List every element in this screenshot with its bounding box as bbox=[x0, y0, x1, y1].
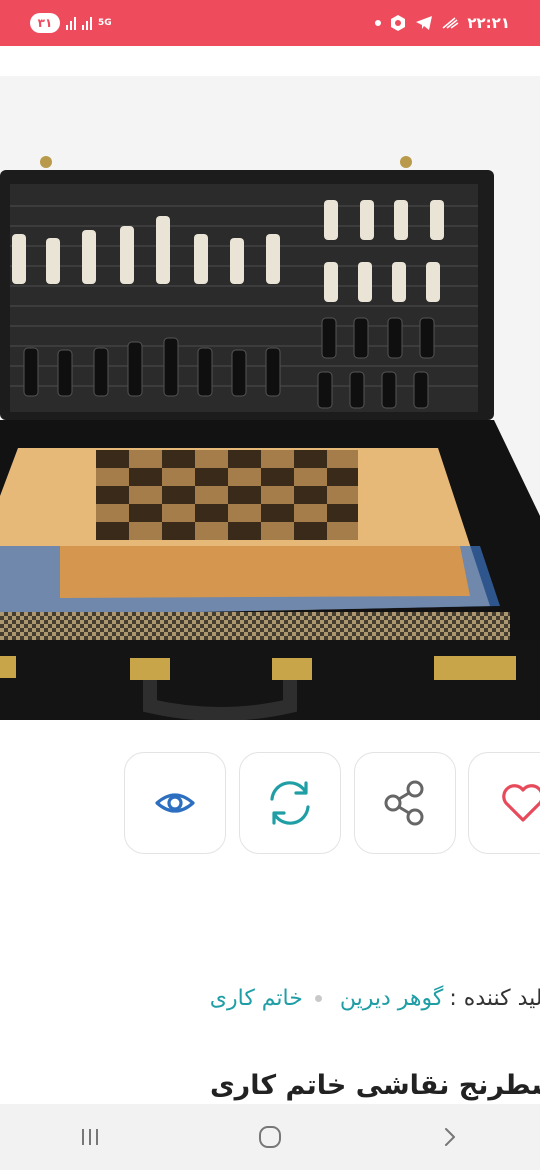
product-image[interactable] bbox=[0, 76, 540, 720]
telegram-icon bbox=[416, 16, 433, 30]
notification-count-badge: ۳۱ bbox=[30, 13, 60, 33]
share-icon bbox=[384, 780, 424, 826]
seller-label: تولید کننده : bbox=[449, 985, 540, 1011]
home-button[interactable] bbox=[240, 1117, 300, 1157]
app-notif-icon bbox=[391, 15, 406, 31]
refresh-icon bbox=[270, 781, 310, 825]
signal-icon-2 bbox=[82, 16, 92, 30]
chevron-right-icon bbox=[445, 1128, 455, 1146]
product-title-text: شطرنج نقاشی خاتم کاری bbox=[209, 1070, 540, 1101]
dot-icon bbox=[375, 20, 382, 26]
heart-icon bbox=[501, 784, 540, 822]
view-button[interactable] bbox=[124, 752, 226, 854]
product-meta: تولید کننده : گوهر دیرین خاتم کاری bbox=[0, 978, 540, 1018]
system-nav-bar bbox=[0, 1104, 540, 1170]
network-gen-label: 5G bbox=[98, 17, 112, 28]
share-button[interactable] bbox=[354, 752, 456, 854]
status-time: ۲۲:۲۱ bbox=[467, 14, 510, 32]
chess-case-illustration bbox=[0, 76, 540, 720]
category-link[interactable]: خاتم کاری bbox=[210, 986, 303, 1011]
status-left: ۳۱ 5G bbox=[30, 13, 112, 33]
home-icon bbox=[259, 1126, 281, 1148]
eye-icon bbox=[155, 793, 195, 813]
recent-apps-icon bbox=[82, 1129, 98, 1145]
recent-apps-button[interactable] bbox=[60, 1117, 120, 1157]
compare-button[interactable] bbox=[239, 752, 341, 854]
status-bar: ۳۱ 5G ۲۲:۲۱ bbox=[0, 0, 540, 46]
status-right: ۲۲:۲۱ bbox=[375, 14, 510, 32]
back-button[interactable] bbox=[420, 1117, 480, 1157]
product-actions bbox=[0, 752, 540, 856]
favorite-button[interactable] bbox=[468, 752, 540, 854]
wifi-icon bbox=[442, 17, 459, 29]
separator-dot bbox=[314, 994, 322, 1002]
signal-icon bbox=[66, 16, 76, 30]
seller-link[interactable]: گوهر دیرین bbox=[340, 986, 444, 1011]
